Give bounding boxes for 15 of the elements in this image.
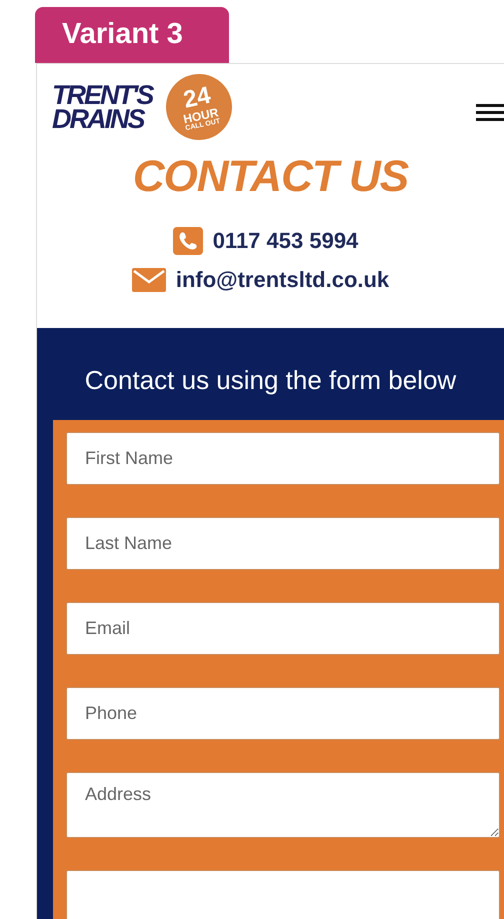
phone-icon [172,226,203,254]
form-heading: Contact us using the form below [84,364,458,397]
address-field[interactable]: Address [66,772,500,838]
text-field[interactable]: First Name [66,432,500,485]
email-address: info@trentsltd.co.uk [176,266,390,294]
variant-badge: Variant 3 [35,7,229,63]
menu-icon[interactable] [476,102,504,124]
text-field[interactable] [66,870,500,919]
envelope-icon [132,268,166,292]
text-field[interactable]: Last Name [66,517,500,570]
phone-number: 0117 453 5994 [212,227,358,255]
text-field[interactable]: Email [66,602,500,655]
text-field[interactable]: Phone [66,687,500,740]
page-title: CONTACT US [132,155,408,199]
logo-wordmark: TRENT'S DRAINS [52,83,152,131]
